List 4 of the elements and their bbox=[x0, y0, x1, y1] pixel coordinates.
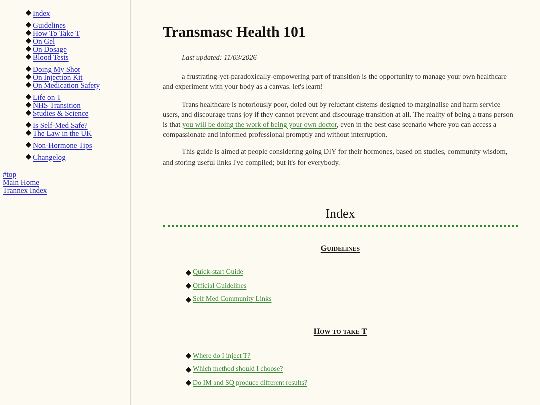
page-title: Transmasc Health 101 bbox=[163, 24, 308, 42]
section-heading: How to take T bbox=[312, 327, 368, 338]
section-heading: Guidelines bbox=[320, 244, 362, 254]
index-heading: Index bbox=[163, 204, 518, 227]
